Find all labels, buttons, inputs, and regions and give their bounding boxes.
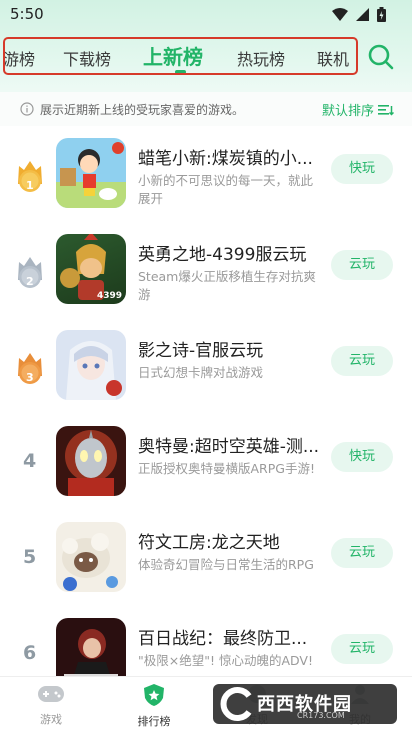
thumbnail-badge: 4399 [96, 291, 122, 301]
wifi-icon [332, 8, 348, 21]
sort-icon [378, 104, 394, 116]
quick-play-button[interactable]: 快玩 [331, 442, 393, 472]
game-thumbnail [56, 330, 126, 400]
cloud-play-button[interactable]: 云玩 [331, 250, 393, 280]
rank-number: 6 [23, 642, 37, 664]
watermark-c-icon [220, 687, 252, 721]
game-title[interactable]: 影之诗-官服云玩 [138, 336, 324, 361]
tab-game-ranking[interactable]: 游榜 [5, 46, 35, 70]
game-title[interactable]: 英勇之地-4399服云玩 [138, 240, 324, 265]
status-icons [332, 7, 386, 22]
quick-play-button[interactable]: 快玩 [331, 154, 393, 184]
info-icon [20, 102, 34, 116]
tab-download-ranking[interactable]: 下载榜 [63, 46, 111, 70]
sort-label: 默认排序 [321, 104, 374, 119]
sort-dropdown[interactable]: 默认排序 [322, 100, 394, 119]
game-thumbnail [56, 522, 126, 592]
game-title[interactable]: 奥特曼:超时空英雄-测... [138, 432, 324, 457]
rank-number: 1 [26, 179, 34, 192]
rank-number: 2 [26, 275, 34, 288]
status-time: 5:50 [10, 5, 44, 23]
gamepad-icon [38, 686, 64, 702]
game-title[interactable]: 符文工房:龙之天地 [138, 528, 324, 553]
game-description: 体验奇幻冒险与日常生活的RPG [138, 557, 314, 572]
ranking-tabs: 游榜 下载榜 上新榜 热玩榜 联机 [3, 37, 358, 75]
list-item[interactable]: 1 蜡笔小新:煤炭镇的小... 小新的不可思议的每一天，就此展开 快玩 [0, 132, 412, 228]
list-item[interactable]: 5 符文工房:龙之天地 体验奇幻冒险与日常生活的RPG 云玩 [0, 516, 412, 612]
nav-ranking[interactable]: 排行榜 [124, 683, 184, 729]
top-header: 5:50 游榜 下载榜 上新榜 热玩榜 联机 [0, 0, 412, 92]
list-item[interactable]: 2 4399 英勇之地-4399服云玩 Steam爆火正版移植生存对抗爽游 云玩 [0, 228, 412, 324]
game-title[interactable]: 蜡笔小新:煤炭镇的小... [138, 144, 324, 169]
game-description: Steam爆火正版移植生存对抗爽游 [138, 269, 316, 302]
nav-label: 游戏 [40, 713, 62, 726]
ranking-shield-icon [144, 684, 164, 706]
game-description: "极限×绝望"! 惊心动魄的ADV! [138, 653, 313, 668]
game-description: 正版授权奥特曼横版ARPG手游! [138, 461, 315, 476]
cloud-play-button[interactable]: 云玩 [331, 634, 393, 664]
nav-label: 排行榜 [137, 715, 171, 728]
watermark-logo: 西西软件园 CR173.COM [213, 684, 397, 724]
game-description: 小新的不可思议的每一天，就此展开 [138, 173, 314, 206]
game-description: 日式幻想卡牌对战游戏 [138, 365, 264, 380]
game-thumbnail [56, 138, 126, 208]
nav-games[interactable]: 游戏 [21, 683, 81, 727]
search-icon[interactable] [366, 42, 396, 72]
game-thumbnail: 4399 [56, 234, 126, 304]
info-text: 展示近期新上线的受玩家喜爱的游戏。 [40, 103, 245, 117]
rank-number: 4 [23, 450, 37, 472]
list-item[interactable]: 4 奥特曼:超时空英雄-测... 正版授权奥特曼横版ARPG手游! 快玩 [0, 420, 412, 516]
battery-icon [377, 7, 386, 22]
status-bar: 5:50 [0, 0, 412, 30]
signal-icon [356, 8, 369, 21]
cloud-play-button[interactable]: 云玩 [331, 538, 393, 568]
watermark-subtext: CR173.COM [297, 711, 345, 720]
cloud-play-button[interactable]: 云玩 [331, 346, 393, 376]
tab-new-ranking[interactable]: 上新榜 [143, 41, 203, 70]
game-title[interactable]: 百日战纪：最终防卫... [138, 624, 324, 649]
info-bar: 展示近期新上线的受玩家喜爱的游戏。 默认排序 [0, 92, 412, 126]
tab-online-ranking[interactable]: 联机 [317, 46, 349, 70]
rank-number: 3 [26, 371, 34, 384]
active-tab-indicator [175, 70, 186, 73]
game-thumbnail [56, 426, 126, 496]
tab-hot-ranking[interactable]: 热玩榜 [237, 46, 285, 70]
list-item[interactable]: 3 影之诗-官服云玩 日式幻想卡牌对战游戏 云玩 [0, 324, 412, 420]
rank-number: 5 [23, 546, 37, 568]
